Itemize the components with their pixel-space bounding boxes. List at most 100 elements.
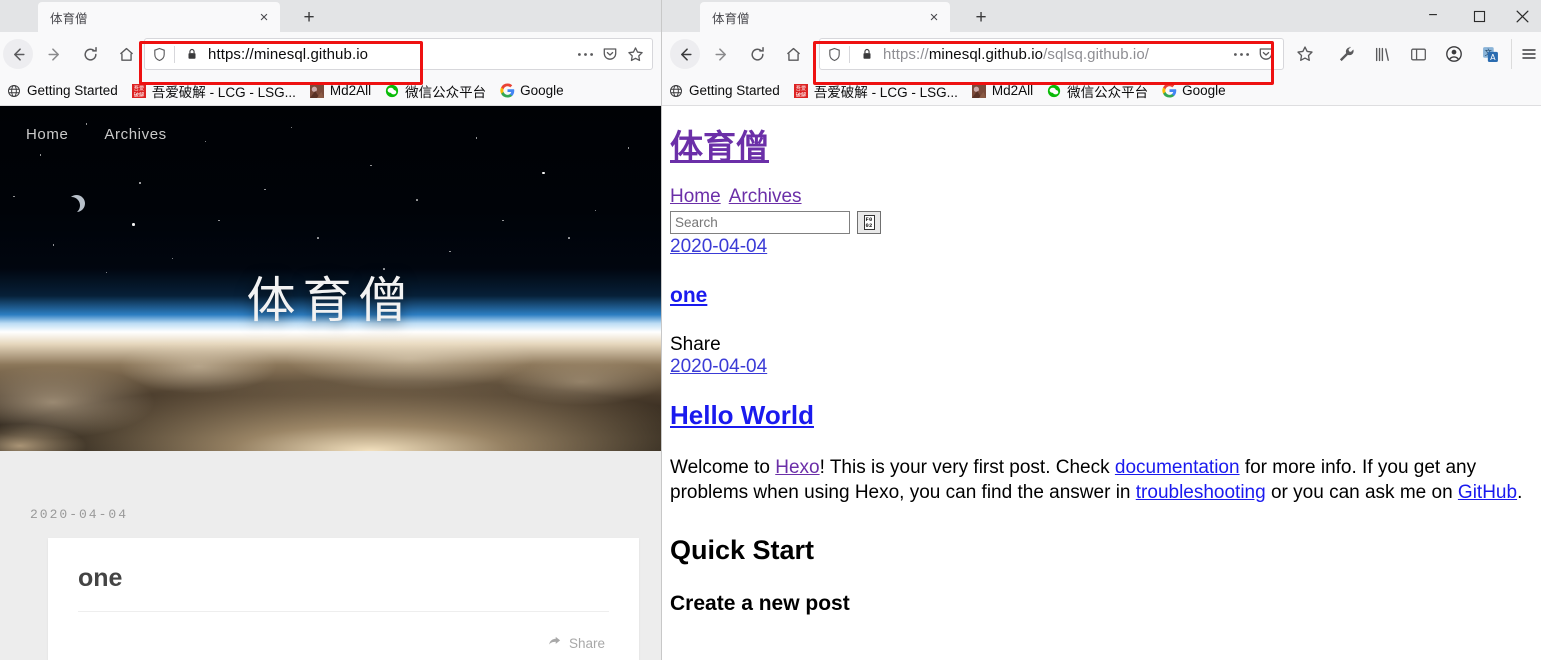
forward-arrow-icon[interactable] (706, 39, 736, 69)
urlbar-left[interactable]: https://minesql.github.io (144, 38, 653, 70)
ellipsis-icon[interactable] (574, 43, 596, 65)
padlock-icon[interactable] (178, 47, 203, 61)
library-icon[interactable] (1367, 39, 1397, 69)
site-title-link[interactable]: 体育僧 (670, 128, 769, 165)
browser-tab[interactable]: 体育僧 × (38, 2, 280, 32)
reload-icon[interactable] (75, 39, 105, 69)
svg-text:破解: 破解 (796, 90, 807, 98)
url-text[interactable]: https://minesql.github.io/sqlsq.github.i… (878, 46, 1230, 63)
padlock-icon[interactable] (853, 47, 878, 61)
reload-icon[interactable] (742, 39, 772, 69)
bookmark-google[interactable]: Google (1161, 83, 1226, 99)
close-icon[interactable]: × (926, 9, 942, 25)
new-tab-button[interactable]: + (968, 4, 994, 30)
bookmark-weixin[interactable]: 微信公众平台 (384, 81, 486, 101)
google-g-icon (499, 83, 515, 99)
bookmark-label: Md2All (329, 83, 372, 98)
para-text-5: . (1517, 482, 1523, 504)
nav-item-archives[interactable]: Archives (104, 126, 166, 143)
home-icon[interactable] (778, 39, 808, 69)
bookmark-52pojie[interactable]: 吾爱 破解 吾爱破解 - LCG - LSG... (131, 81, 296, 101)
link-github[interactable]: GitHub (1458, 482, 1517, 503)
urlbar-divider (174, 45, 175, 63)
entry-title-link[interactable]: Hello World (670, 400, 814, 430)
missing-glyph-box: F0 02 (863, 215, 875, 230)
sidebar-icon[interactable] (1403, 39, 1433, 69)
site-title: 体育僧 (246, 274, 415, 328)
bookmark-label: Google (1182, 83, 1226, 98)
link-hexo[interactable]: Hexo (775, 457, 819, 478)
entry-date-link[interactable]: 2020-04-04 (670, 236, 767, 257)
url-text[interactable]: https://minesql.github.io (203, 46, 574, 63)
tracking-protection-shield-icon[interactable] (820, 47, 846, 62)
link-documentation[interactable]: documentation (1115, 457, 1240, 478)
nav-item-home[interactable]: Home (670, 186, 721, 207)
bookmark-getting-started[interactable]: Getting Started (6, 83, 118, 99)
site-favicon-red: 吾爱 破解 (131, 83, 147, 99)
maximize-button[interactable] (1456, 0, 1502, 32)
share-row[interactable]: Share (78, 612, 609, 652)
account-icon[interactable] (1439, 39, 1469, 69)
page-content-left: Home Archives 体育僧 2020-04-04 one Share (0, 106, 661, 660)
para-text-2: ! This is your very first post. Check (819, 457, 1115, 478)
browser-window-left: 体育僧 × + https://minesql.github.io Gettin… (0, 0, 661, 660)
search-input[interactable] (670, 211, 850, 234)
bookmark-52pojie[interactable]: 吾爱 破解 吾爱破解 - LCG - LSG... (793, 81, 958, 101)
post-title[interactable]: one (78, 564, 609, 612)
wechat-icon (384, 83, 400, 99)
bookmark-google[interactable]: Google (499, 83, 564, 99)
bookmark-weixin[interactable]: 微信公众平台 (1046, 81, 1148, 101)
cloud-layer (0, 323, 661, 451)
bookmark-getting-started[interactable]: Getting Started (668, 83, 780, 99)
entry-date-link[interactable]: 2020-04-04 (670, 356, 767, 377)
para-text-1: Welcome to (670, 457, 776, 478)
hamburger-menu-icon[interactable] (1511, 39, 1540, 69)
bookmark-label: 吾爱破解 - LCG - LSG... (813, 84, 958, 100)
window-controls: − (1410, 0, 1541, 32)
wrench-icon[interactable] (1331, 39, 1361, 69)
bookmark-md2all[interactable]: Md2All (309, 83, 371, 99)
back-arrow-icon[interactable] (670, 39, 700, 69)
close-button[interactable] (1502, 0, 1541, 32)
home-icon[interactable] (111, 39, 141, 69)
urlbar-right[interactable]: https://minesql.github.io/sqlsq.github.i… (819, 38, 1284, 70)
urlbar-divider (849, 45, 850, 63)
browser-tab[interactable]: 体育僧 × (700, 2, 950, 32)
nav-item-archives[interactable]: Archives (729, 186, 802, 207)
entry-title: Hello World (670, 400, 1526, 431)
back-arrow-icon[interactable] (3, 39, 33, 69)
para-text-4: or you can ask me on (1265, 482, 1458, 504)
urlbar-actions (1230, 43, 1283, 65)
site-nav: Home Archives (670, 186, 1526, 208)
link-troubleshooting[interactable]: troubleshooting (1136, 482, 1266, 503)
minimize-button[interactable]: − (1410, 0, 1456, 32)
translate-extension-icon[interactable]: 文A (1475, 39, 1505, 69)
pocket-icon[interactable] (1255, 43, 1277, 65)
navigation-toolbar-right: https://minesql.github.io/sqlsq.github.i… (662, 32, 1541, 85)
hero-banner: Home Archives 体育僧 (0, 106, 661, 451)
bookmark-md2all[interactable]: Md2All (971, 83, 1033, 99)
new-tab-button[interactable]: + (296, 4, 322, 30)
wechat-icon (1046, 83, 1062, 99)
tabstrip-left: 体育僧 × + (0, 0, 661, 32)
close-icon[interactable]: × (256, 9, 272, 25)
star-icon[interactable] (1292, 41, 1318, 67)
star-icon[interactable] (624, 43, 646, 65)
entry-title-link[interactable]: one (670, 284, 707, 307)
search-button[interactable]: F0 02 (857, 211, 881, 234)
url-host: minesql.github.io (928, 45, 1044, 63)
tabstrip-right: 体育僧 × + − (662, 0, 1541, 32)
forward-arrow-icon[interactable] (39, 39, 69, 69)
ellipsis-icon[interactable] (1230, 43, 1252, 65)
pocket-icon[interactable] (599, 43, 621, 65)
navigation-toolbar-left: https://minesql.github.io (0, 32, 661, 85)
globe-icon (6, 83, 22, 99)
nav-item-home[interactable]: Home (26, 126, 68, 143)
tracking-protection-shield-icon[interactable] (145, 47, 171, 62)
tab-title: 体育僧 (712, 11, 750, 26)
post-date: 2020-04-04 (30, 507, 129, 522)
urlbar-actions (574, 43, 652, 65)
entry-title: one (670, 284, 1526, 308)
site-favicon-red: 吾爱 破解 (793, 83, 809, 99)
globe-icon (668, 83, 684, 99)
